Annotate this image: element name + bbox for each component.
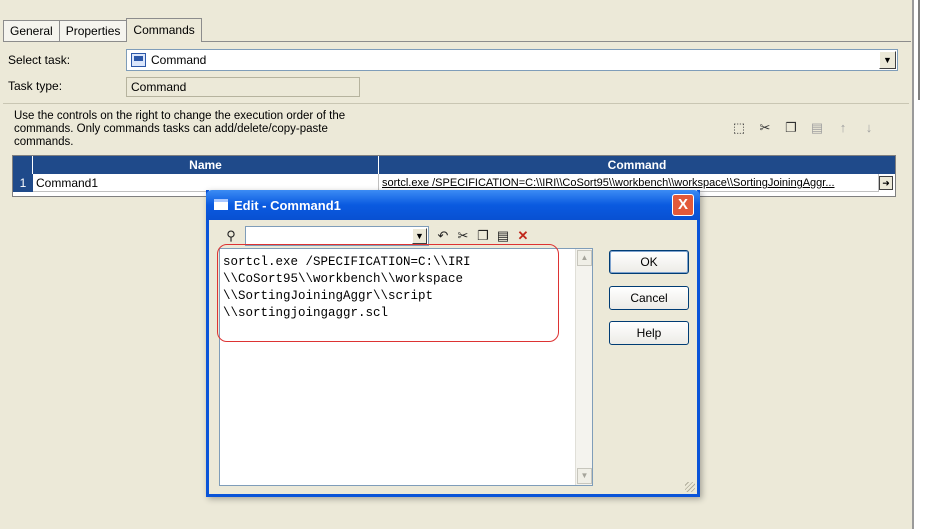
cut-icon[interactable]: ✂: [756, 120, 774, 136]
dialog-title: Edit - Command1: [234, 198, 341, 213]
copy-icon[interactable]: ❐: [473, 228, 493, 244]
help-text: Use the controls on the right to change …: [14, 110, 346, 148]
edit-command-button[interactable]: ➜: [879, 176, 893, 190]
copy-icon[interactable]: ❐: [782, 120, 800, 136]
scroll-down-icon[interactable]: ▼: [577, 468, 592, 484]
task-type-label: Task type:: [8, 79, 63, 93]
right-edge-strip: [912, 0, 940, 529]
window-icon: [214, 199, 228, 210]
tab-general[interactable]: General: [3, 20, 60, 42]
scroll-up-icon[interactable]: ▲: [577, 250, 592, 266]
cancel-button[interactable]: Cancel: [609, 286, 689, 310]
select-task-label: Select task:: [8, 53, 71, 67]
select-task-value: Command: [151, 53, 207, 67]
chevron-down-icon[interactable]: ▼: [412, 228, 427, 244]
splitter[interactable]: [918, 0, 920, 100]
editor-line: \\sortingjoingaggr.scl: [223, 306, 389, 320]
command-task-icon: [131, 53, 146, 67]
undo-icon[interactable]: ↶: [433, 228, 453, 244]
tab-commands[interactable]: Commands: [126, 18, 202, 42]
tab-strip: General Properties Commands: [3, 18, 202, 42]
find-input[interactable]: ▼: [245, 226, 429, 246]
paste-icon[interactable]: ▤: [808, 120, 826, 136]
chevron-down-icon[interactable]: ▼: [879, 51, 896, 69]
column-header-name[interactable]: Name: [33, 156, 379, 174]
move-down-icon[interactable]: ↓: [860, 120, 878, 136]
editor-scrollbar[interactable]: ▲ ▼: [575, 249, 592, 485]
move-up-icon[interactable]: ↑: [834, 120, 852, 136]
section-divider: [3, 103, 909, 104]
task-type-field: Command: [126, 77, 360, 97]
editor-toolbar: ⚲ ▼ ↶ ✂ ❐ ▤ ✕: [221, 226, 533, 246]
row-number[interactable]: 1: [13, 174, 33, 192]
editor-text[interactable]: sortcl.exe /SPECIFICATION=C:\\IRI \\CoSor…: [223, 254, 563, 322]
command-toolbar: ⬚ ✂ ❐ ▤ ↑ ↓: [730, 120, 878, 136]
edit-command-dialog: Edit - Command1 X ⚲ ▼ ↶ ✂ ❐ ▤ ✕ sortcl.e…: [206, 190, 700, 497]
cut-icon[interactable]: ✂: [453, 228, 473, 244]
resize-grip[interactable]: [685, 482, 695, 492]
table-corner: [13, 156, 33, 174]
binoculars-icon[interactable]: ⚲: [221, 228, 241, 244]
new-icon[interactable]: ⬚: [730, 120, 748, 136]
dialog-titlebar[interactable]: Edit - Command1 X: [206, 190, 700, 220]
paste-icon[interactable]: ▤: [493, 228, 513, 244]
editor-line: \\SortingJoiningAggr\\script: [223, 289, 434, 303]
editor-line: sortcl.exe /SPECIFICATION=C:\\IRI: [223, 255, 471, 269]
tab-properties[interactable]: Properties: [58, 20, 128, 42]
command-editor[interactable]: sortcl.exe /SPECIFICATION=C:\\IRI \\CoSor…: [219, 248, 593, 486]
column-header-command[interactable]: Command: [379, 156, 895, 174]
close-button[interactable]: X: [672, 194, 694, 216]
delete-icon[interactable]: ✕: [513, 228, 533, 244]
help-button[interactable]: Help: [609, 321, 689, 345]
editor-line: \\CoSort95\\workbench\\workspace: [223, 272, 464, 286]
select-task-dropdown[interactable]: Command ▼: [126, 49, 898, 71]
ok-button[interactable]: OK: [609, 250, 689, 274]
